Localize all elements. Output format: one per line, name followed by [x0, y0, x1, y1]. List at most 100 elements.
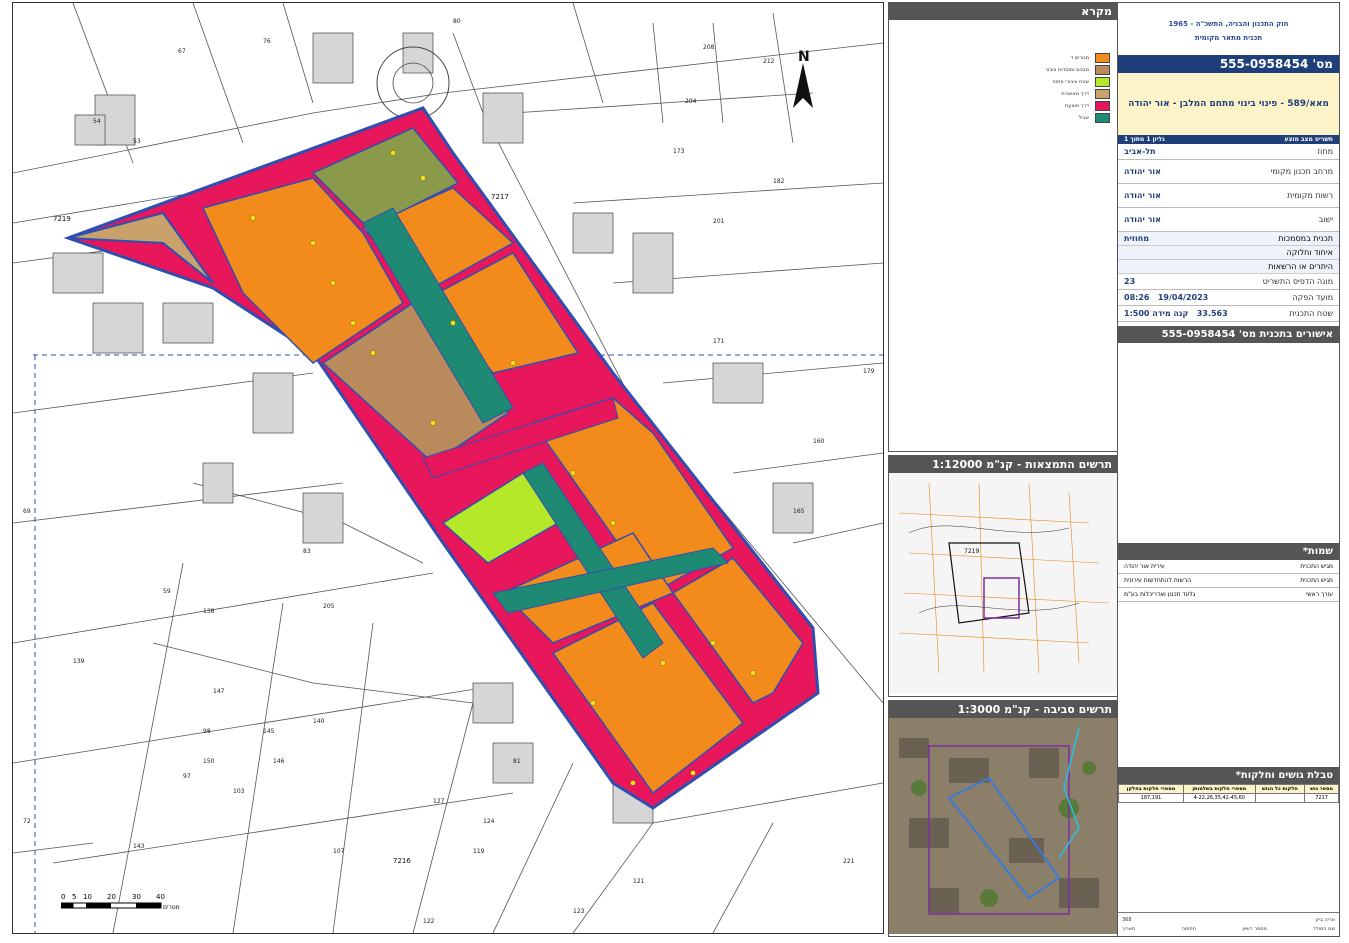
- north-arrow-icon: [793, 63, 813, 108]
- names-table: מגיש התכנית עירית אור יהודה מגיש התכנית הר…: [1118, 560, 1339, 602]
- legend-item: דרך מאושרת: [1061, 89, 1110, 99]
- names-space: [1118, 602, 1339, 767]
- legend-swatch: [1095, 89, 1110, 99]
- name-row: מגיש התכנית הרשות להתחדשות עירונית: [1118, 574, 1339, 588]
- plan-name: מאא/589 - פינוי בינוי מתחם המלבן - אור י…: [1118, 73, 1339, 135]
- approvals-title: אישורים בתכנית מס' 555-0958454: [1118, 326, 1339, 343]
- legend-swatch: [1095, 101, 1110, 111]
- svg-text:10: 10: [83, 893, 92, 901]
- plan-flags: תכנית במסמכות מחוזית איחוד וחלוקה היתרים …: [1118, 232, 1339, 274]
- svg-text:179: 179: [863, 368, 875, 375]
- svg-text:97: 97: [183, 773, 191, 780]
- surroundings-inset: תרשים סביבה - קנ"מ 1:3000: [888, 700, 1119, 937]
- svg-text:146: 146: [273, 758, 285, 765]
- svg-text:221: 221: [843, 858, 855, 865]
- legend-item: שטח ציבורי פתוח: [1052, 77, 1110, 87]
- plan-kind: תכנית מתאר מקומית: [1194, 34, 1263, 42]
- legend-swatch: [1095, 113, 1110, 123]
- svg-text:67: 67: [178, 48, 186, 55]
- table-row: 7217 4-22,26,35,42-45,60 187,191: [1117, 793, 1339, 803]
- plan-drawing: N 7217 7219 7216 76 54 53 80 208 204 212…: [13, 3, 883, 933]
- parcels-title: טבלת גושים וחלקות*: [1118, 767, 1339, 784]
- parcels-table: מספר גוש חלקות כל הגוש מספרי חלקות בשלמו…: [1117, 784, 1339, 803]
- svg-text:76: 76: [263, 38, 271, 45]
- counter-row: מונה הדפיס התשריט 23: [1118, 274, 1339, 290]
- svg-text:212: 212: [763, 58, 775, 65]
- svg-text:143: 143: [133, 843, 145, 850]
- legend-swatch: [1095, 77, 1110, 87]
- svg-text:30: 30: [132, 893, 141, 901]
- name-row: מגיש התכנית עירית אור יהודה: [1118, 560, 1339, 574]
- flag-row: איחוד וחלוקה: [1118, 246, 1339, 260]
- svg-text:205: 205: [323, 603, 335, 610]
- legend-swatch: [1095, 65, 1110, 75]
- names-title: שמות*: [1118, 543, 1339, 560]
- title-block: חוק התכנון והבניה, התשכ"ה - 1965 תכנית מ…: [1117, 2, 1340, 937]
- flag-row: תכנית במסמכות מחוזית: [1118, 232, 1339, 246]
- info-row: מרחב תכנון מקומי אור יהודה: [1118, 160, 1339, 184]
- svg-text:204: 204: [685, 98, 697, 105]
- legend-title: מקרא: [889, 3, 1118, 20]
- svg-text:165: 165: [793, 508, 805, 515]
- svg-text:182: 182: [773, 178, 785, 185]
- svg-text:107: 107: [333, 848, 345, 855]
- north-label: N: [798, 49, 810, 65]
- surveyor-footer: אריה ביזן 368 שם המודד מספר רשיון חתימה …: [1118, 912, 1339, 936]
- svg-text:145: 145: [263, 728, 275, 735]
- svg-text:122: 122: [423, 918, 435, 925]
- legend-item: דרך מוצעת: [1065, 101, 1110, 111]
- legend-item: שביל: [1079, 113, 1110, 123]
- svg-text:98: 98: [203, 728, 211, 735]
- svg-text:81: 81: [513, 758, 521, 765]
- svg-text:59: 59: [163, 588, 171, 595]
- svg-text:72: 72: [23, 818, 31, 825]
- svg-text:173: 173: [673, 148, 685, 155]
- svg-text:201: 201: [713, 218, 725, 225]
- sheet-status: תשריט מצב מוצע: [1284, 136, 1333, 143]
- svg-text:127: 127: [433, 798, 445, 805]
- block-label: 7219: [53, 215, 71, 223]
- block-label: 7216: [393, 857, 411, 865]
- legend-item: מגורים ד: [1071, 53, 1110, 63]
- main-map[interactable]: N 7217 7219 7216 76 54 53 80 208 204 212…: [12, 2, 884, 934]
- svg-text:5: 5: [72, 893, 76, 901]
- svg-text:140: 140: [313, 718, 325, 725]
- svg-text:69: 69: [23, 508, 31, 515]
- info-row: ישוב אור יהודה: [1118, 208, 1339, 232]
- svg-text:138: 138: [203, 608, 215, 615]
- legend-panel: מקרא מגורים ד מבנים ומוסדות ציבור שטח צי…: [888, 2, 1119, 452]
- flag-row: היתרים או הרשאות: [1118, 260, 1339, 274]
- plan-area: [63, 106, 820, 810]
- plan-number: מס' 555-0958454: [1118, 55, 1339, 73]
- aerial-photo: [889, 718, 1118, 934]
- block-label: 7217: [491, 193, 509, 201]
- svg-text:123: 123: [573, 908, 585, 915]
- svg-text:160: 160: [813, 438, 825, 445]
- svg-text:171: 171: [713, 338, 725, 345]
- svg-text:0: 0: [61, 893, 65, 901]
- svg-text:83: 83: [303, 548, 311, 555]
- svg-text:121: 121: [633, 878, 645, 885]
- location-map: 7219: [889, 473, 1118, 693]
- svg-text:139: 139: [73, 658, 85, 665]
- location-inset-title: תרשים התמצאות - קנ"מ 1:12000: [889, 456, 1118, 473]
- legend-swatch: [1095, 53, 1110, 63]
- svg-text:54: 54: [93, 118, 101, 125]
- approvals-space: [1118, 343, 1339, 543]
- svg-text:80: 80: [453, 18, 461, 25]
- info-row: מחוז תל-אביב: [1118, 144, 1339, 160]
- svg-text:124: 124: [483, 818, 495, 825]
- svg-text:208: 208: [703, 44, 715, 51]
- sheet-index: גליון 1 מתוך 1: [1124, 136, 1165, 143]
- svg-text:119: 119: [473, 848, 485, 855]
- svg-text:103: 103: [233, 788, 245, 795]
- surroundings-inset-title: תרשים סביבה - קנ"מ 1:3000: [889, 701, 1118, 718]
- name-row: עורך ראשי גלעד תכנון ואדריכלות בע"מ: [1118, 588, 1339, 602]
- law-title: חוק התכנון והבניה, התשכ"ה - 1965: [1168, 20, 1289, 28]
- area-row: שטח התכנית 33.563 קנה מידה 1:500: [1118, 306, 1339, 322]
- location-inset: תרשים התמצאות - קנ"מ 1:12000 7219: [888, 455, 1119, 697]
- print-row: מועד הפקה 19/04/2023 08:26: [1118, 290, 1339, 306]
- svg-text:40: 40: [156, 893, 165, 901]
- sheet-bar: תשריט מצב מוצע גליון 1 מתוך 1: [1118, 135, 1339, 144]
- svg-text:20: 20: [107, 893, 116, 901]
